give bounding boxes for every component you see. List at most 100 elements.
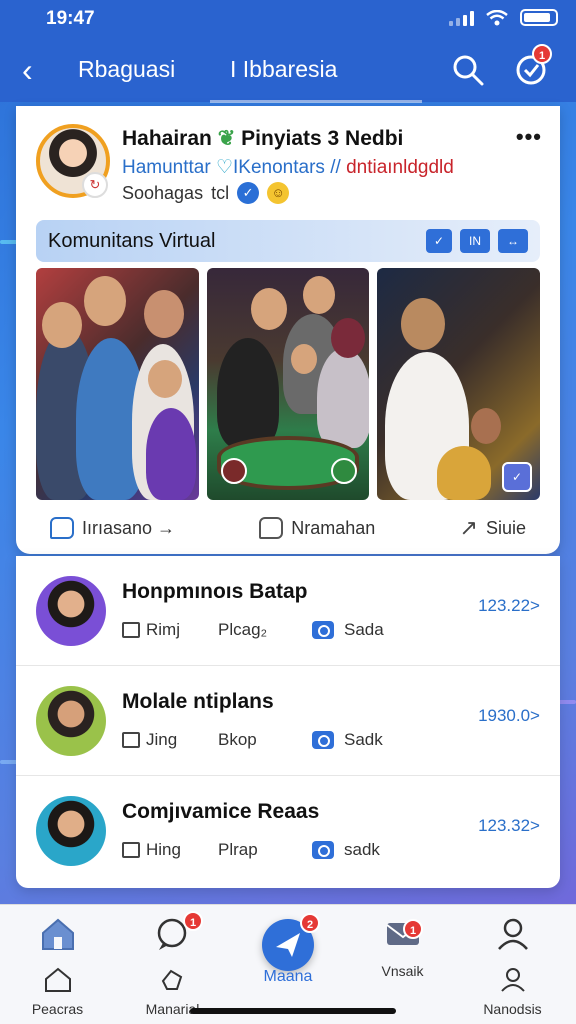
list-item-count: 1930.0> xyxy=(478,706,540,725)
photo-thumbnail[interactable] xyxy=(206,268,370,500)
home-icon xyxy=(42,918,74,950)
message-label: Nramahan xyxy=(291,517,376,538)
nav-label-maana[interactable]: Maana xyxy=(230,968,346,986)
heart-icon: ♡ xyxy=(215,157,234,178)
avatar xyxy=(36,576,106,646)
nav-badge: 1 xyxy=(183,911,203,931)
community-label: Komunitans Virtual xyxy=(48,230,216,252)
meta-extra: tcl xyxy=(211,182,230,203)
nav-badge: 1 xyxy=(403,919,423,939)
home-outline-icon xyxy=(45,967,71,992)
comment-button[interactable]: Iırıasano → xyxy=(50,517,175,539)
message-button[interactable]: Nramahan xyxy=(259,517,375,539)
signal-icon xyxy=(449,10,474,26)
status-mini-icon: ↻ xyxy=(82,172,108,198)
status-time: 19:47 xyxy=(46,8,95,29)
share-icon: ↗ xyxy=(459,515,478,540)
meta-text: Soohagas xyxy=(122,182,204,203)
list-item[interactable]: Honpmınoıs Batap Rimj Plcag₂ Sada 123.22… xyxy=(16,556,560,666)
mail-icon xyxy=(122,622,140,638)
photo-thumbnail[interactable]: ✓ xyxy=(377,268,541,500)
avatar xyxy=(36,796,106,866)
battery-icon xyxy=(520,9,558,26)
active-tab-indicator xyxy=(210,100,422,103)
status-icons xyxy=(449,9,558,26)
user-icon xyxy=(498,918,528,950)
subtitle-part-a: Hamunttar xyxy=(122,157,211,178)
hand-icon xyxy=(161,969,183,990)
list-item-name: Molale ntiplans xyxy=(122,690,274,713)
contact-list: Honpmınoıs Batap Rimj Plcag₂ Sada 123.22… xyxy=(16,556,560,888)
meta-mid: Bkop xyxy=(218,730,257,749)
send-button[interactable]: 2 xyxy=(262,913,320,971)
wifi-icon xyxy=(486,10,508,26)
list-item-meta: Jing Bkop Sadk xyxy=(122,730,383,750)
search-icon[interactable] xyxy=(452,54,484,86)
nav-item-manarial[interactable]: 1 Manarial xyxy=(115,905,230,1024)
community-icons: ✓ IN ↔ xyxy=(426,229,528,253)
verified-icon: ✓ xyxy=(237,182,260,204)
mail-icon xyxy=(122,732,140,748)
community-banner[interactable]: Komunitans Virtual ✓ IN ↔ xyxy=(36,220,540,262)
subtitle-part-c: dntiaınldgdld xyxy=(346,157,454,178)
leaf-icon: ❦ xyxy=(217,127,236,150)
chevron-left-icon[interactable]: ‹ xyxy=(22,52,33,89)
post-card: ↻ Hahairan ❦ Pinyiats 3 Nedbi Hamunttar … xyxy=(16,106,560,554)
nav-item-vnsaik[interactable]: 1 Vnsaik xyxy=(345,905,460,1024)
post-subtitle: Hamunttar ♡IKenontars // dntiaınldgdld xyxy=(122,156,454,179)
home-indicator xyxy=(190,1008,396,1014)
meta-mid: Plcag₂ xyxy=(218,620,268,639)
notification-badge: 1 xyxy=(532,44,552,64)
nav-label: Peacras xyxy=(31,1001,84,1017)
author-suffix: Pinyiats 3 Nedbi xyxy=(241,127,404,150)
avatar xyxy=(36,686,106,756)
photo-thumbnail[interactable] xyxy=(36,268,199,500)
tab-rbaguasi[interactable]: Rbaguasi xyxy=(78,56,175,83)
nav-label: Nanodsis xyxy=(483,1001,542,1017)
nav-badge: 2 xyxy=(300,913,320,933)
arrows-icon[interactable]: ↔ xyxy=(498,229,528,253)
list-item-meta: Hing Plrap sadk xyxy=(122,840,380,860)
meta-camera: Sadk xyxy=(344,730,383,749)
meta-camera: sadk xyxy=(344,840,380,859)
list-item-name: Comjıvamice Reaas xyxy=(122,800,320,823)
cue-icon xyxy=(220,458,247,484)
status-bar: 19:47 xyxy=(0,0,576,40)
camera-icon xyxy=(312,621,334,639)
notification-button[interactable]: 1 xyxy=(514,44,552,86)
meta-mid: Plrap xyxy=(218,840,258,859)
meta-mail: Rimj xyxy=(146,620,180,639)
emoji-icon: ☺ xyxy=(267,182,290,204)
author-name: Hahairan xyxy=(122,127,212,150)
grid-icon[interactable]: IN xyxy=(460,229,490,253)
more-options-button[interactable]: ••• xyxy=(516,124,542,150)
post-actions: Iırıasano → Nramahan ↗ Siuie xyxy=(36,508,540,548)
nav-item-peacras[interactable]: Peacras xyxy=(0,905,115,1024)
nav-item-nanodsis[interactable]: Nanodsis xyxy=(455,905,570,1024)
subtitle-part-b: IKenontars xyxy=(233,157,325,178)
subtitle-separator: // xyxy=(330,157,341,178)
list-item[interactable]: Comjıvamice Reaas Hing Plrap sadk 123.32… xyxy=(16,776,560,886)
message-icon xyxy=(259,517,284,539)
check-icon[interactable]: ✓ xyxy=(426,229,452,253)
post-meta: Soohagas tcl ✓ ☺ xyxy=(122,182,290,204)
meta-mail: Hing xyxy=(146,840,181,859)
share-button[interactable]: ↗ Siuie xyxy=(460,515,526,541)
meta-camera: Sada xyxy=(344,620,384,639)
list-item-meta: Rimj Plcag₂ Sada xyxy=(122,620,384,640)
user-outline-icon xyxy=(501,968,525,992)
comment-label: Iırıasano → xyxy=(82,517,176,538)
share-label: Siuie xyxy=(485,517,526,538)
list-item[interactable]: Molale ntiplans Jing Bkop Sadk 1930.0> xyxy=(16,666,560,776)
camera-icon xyxy=(312,731,334,749)
list-item-count: 123.22> xyxy=(478,596,540,615)
app-header: ‹ Rbaguasi I Ibbaresia 1 xyxy=(0,40,576,103)
meta-mail: Jing xyxy=(146,730,178,749)
leaf-badge-icon xyxy=(331,458,358,484)
photo-gallery: ✓ xyxy=(36,268,541,500)
tab-ibbaresia[interactable]: I Ibbaresia xyxy=(230,56,337,83)
list-item-count: 123.32> xyxy=(478,816,540,835)
verified-photo-icon: ✓ xyxy=(502,462,533,492)
list-item-name: Honpmınoıs Batap xyxy=(122,580,308,603)
camera-icon xyxy=(312,841,334,859)
